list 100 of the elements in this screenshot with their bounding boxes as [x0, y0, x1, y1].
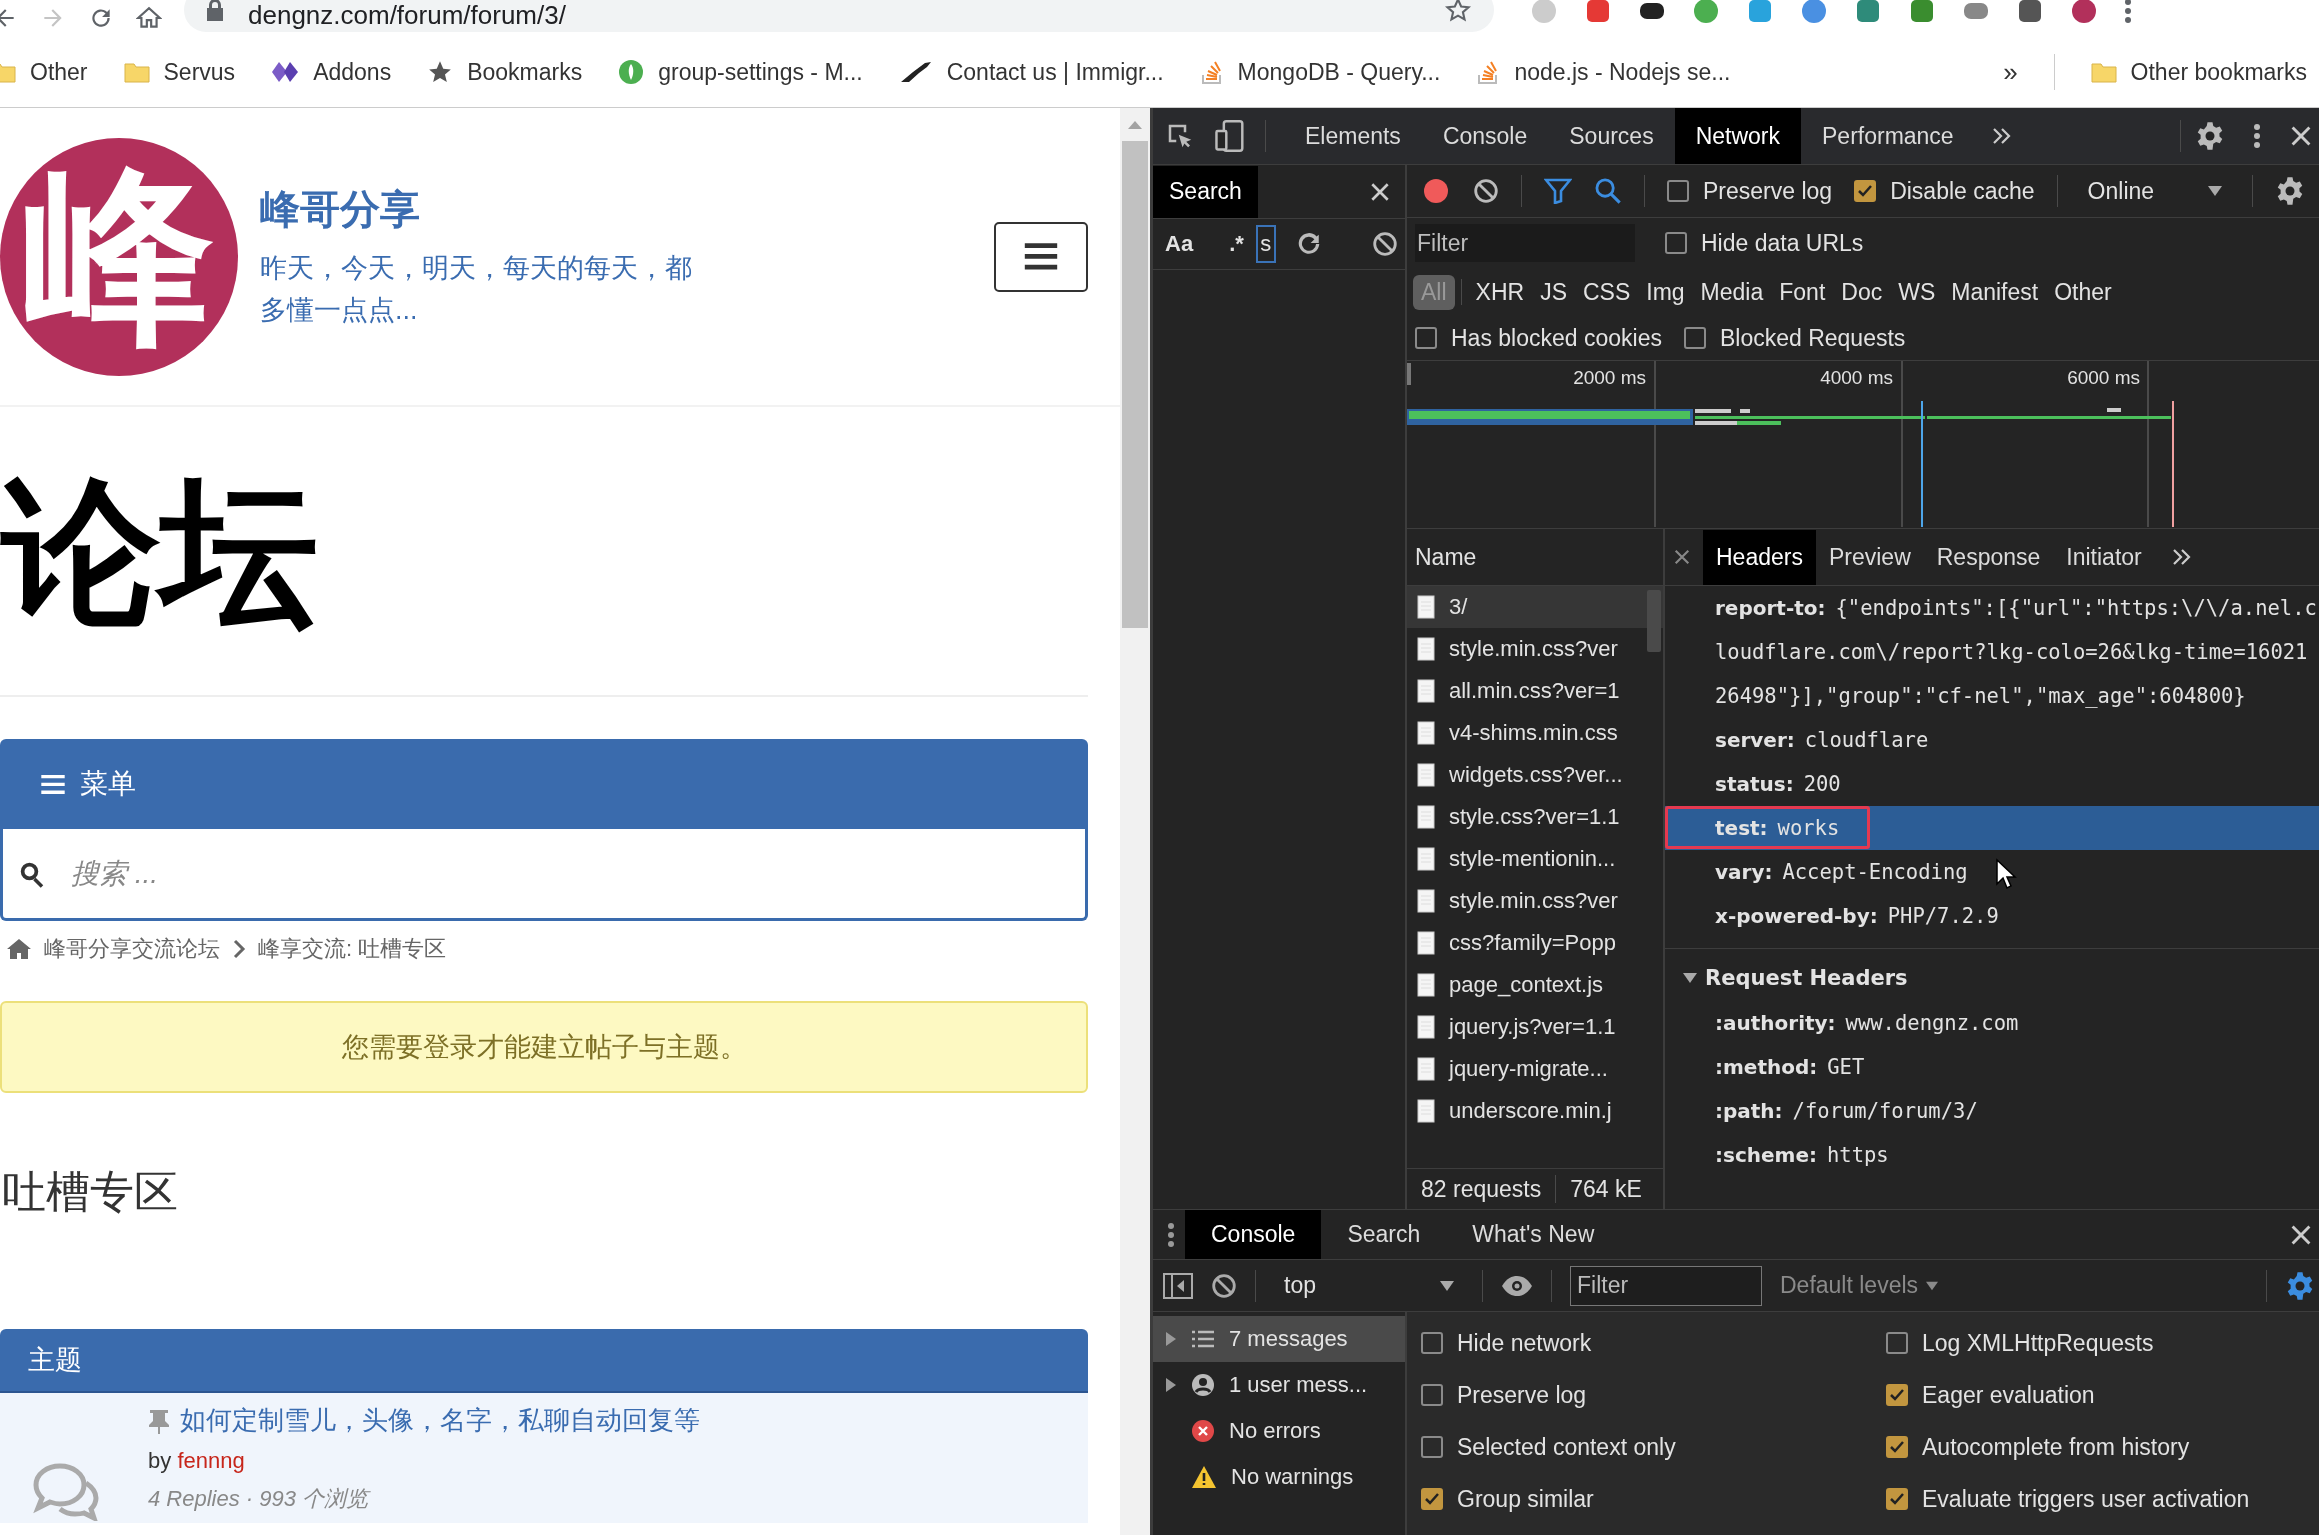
header-row[interactable]: server: cloudflare — [1665, 718, 2319, 762]
search-icon[interactable] — [1594, 177, 1622, 205]
author-link[interactable]: fennng — [177, 1448, 245, 1473]
console-sidebar-item[interactable]: 1 user mess... — [1153, 1362, 1405, 1409]
header-row[interactable]: status: 200 — [1665, 762, 2319, 806]
context-dropdown[interactable]: top — [1274, 1272, 1464, 1300]
request-row[interactable]: style.min.css?ver — [1407, 880, 1663, 922]
checkbox[interactable] — [1421, 1488, 1443, 1511]
tab[interactable]: What's New — [1446, 1210, 1621, 1260]
checkbox[interactable] — [1854, 180, 1877, 202]
tab[interactable]: JS — [1532, 274, 1575, 310]
tab[interactable]: Img — [1638, 274, 1693, 310]
log-levels-dropdown[interactable]: Default levels — [1780, 1272, 1939, 1300]
request-row[interactable]: widgets.css?ver... — [1407, 754, 1663, 796]
tab[interactable]: Other — [2046, 274, 2120, 310]
scrollbar[interactable] — [1120, 108, 1150, 1535]
checkbox[interactable] — [1886, 1384, 1908, 1407]
tab[interactable]: Network — [1674, 108, 1801, 164]
checkbox[interactable] — [1421, 1436, 1443, 1459]
bookmark[interactable]: Other bookmarks — [2090, 58, 2307, 86]
bookmark[interactable]: MongoDB - Query... — [1199, 58, 1441, 86]
header-row[interactable]: x-powered-by: PHP/7.2.9 — [1665, 894, 2319, 938]
tab[interactable]: Performance — [1801, 108, 1975, 164]
bookmark[interactable]: Bookmarks — [427, 58, 583, 86]
tab[interactable]: Initiator — [2053, 529, 2155, 585]
checkbox[interactable] — [1415, 327, 1437, 349]
topic-link[interactable]: 如何定制雪儿，头像，名字，私聊自动回复等 — [180, 1403, 700, 1438]
record-icon[interactable] — [1421, 176, 1451, 206]
header-row[interactable]: test: works — [1665, 806, 2319, 850]
checkbox[interactable] — [1667, 180, 1689, 202]
tab[interactable]: Doc — [1833, 274, 1891, 310]
tab[interactable]: XHR — [1467, 274, 1533, 310]
search-tab[interactable]: Search — [1153, 165, 1258, 218]
more-tabs-icon[interactable] — [1990, 126, 2013, 146]
request-row[interactable]: css?family=Popp — [1407, 922, 1663, 964]
regex-toggle[interactable]: .* — [1229, 231, 1244, 257]
bookmark[interactable]: Contact us | Immigr... — [898, 58, 1164, 86]
more-tabs-icon[interactable] — [2170, 547, 2193, 567]
checkbox[interactable] — [1421, 1384, 1443, 1407]
filter-icon[interactable] — [1544, 178, 1572, 204]
search-field[interactable]: 搜索 ... — [69, 850, 1085, 897]
search-input[interactable]: s — [1255, 225, 1276, 263]
settings-icon[interactable] — [2195, 121, 2225, 151]
more-bookmarks-button[interactable]: » — [2003, 56, 2018, 88]
scrollbar[interactable] — [1647, 590, 1661, 652]
clear-icon[interactable] — [1211, 1272, 1237, 1299]
breadcrumb-link[interactable]: 峰哥分享交流论坛 — [44, 934, 220, 964]
star-icon[interactable] — [1444, 0, 1472, 24]
clear-icon[interactable] — [1371, 231, 1398, 257]
checkbox[interactable] — [1683, 327, 1706, 349]
tab[interactable]: CSS — [1574, 274, 1639, 310]
menu-bar[interactable]: 菜单 — [0, 739, 1088, 829]
kebab-menu-icon[interactable] — [2124, 0, 2132, 25]
checkbox[interactable] — [1421, 1332, 1443, 1355]
site-title[interactable]: 峰哥分享 — [260, 182, 720, 237]
console-sidebar-item[interactable]: 7 messages — [1153, 1316, 1405, 1363]
tab[interactable]: WS — [1890, 274, 1944, 310]
tab[interactable]: Search — [1321, 1210, 1447, 1260]
home-icon[interactable] — [136, 5, 162, 31]
match-case-toggle[interactable]: Aa — [1165, 231, 1194, 257]
sidebar-toggle-icon[interactable] — [1163, 1272, 1193, 1299]
tab[interactable]: Elements — [1284, 108, 1422, 164]
extension-icon[interactable] — [2016, 0, 2044, 25]
tab[interactable]: Console — [1421, 108, 1549, 164]
tab[interactable]: Manifest — [1943, 274, 2047, 310]
bookmark[interactable]: Servus — [123, 58, 236, 86]
filter-field[interactable]: Filter — [1415, 224, 1635, 262]
request-row[interactable]: v4-shims.min.css — [1407, 712, 1663, 754]
console-filter-field[interactable]: Filter — [1570, 1265, 1762, 1306]
bookmark[interactable]: node.js - Nodejs se... — [1476, 58, 1731, 86]
tab[interactable]: Headers — [1703, 529, 1816, 585]
bookmark[interactable]: group-settings - M... — [618, 58, 863, 86]
request-row[interactable]: style.min.css?ver — [1407, 628, 1663, 670]
search-box[interactable]: 搜索 ... — [0, 829, 1088, 921]
console-sidebar-item[interactable]: No warnings — [1153, 1454, 1405, 1501]
close-icon[interactable] — [1673, 548, 1691, 566]
request-row[interactable]: 3/ — [1407, 586, 1663, 628]
close-icon[interactable] — [2289, 124, 2313, 148]
address-bar[interactable]: dengnz.com/forum/forum/3/ — [184, 0, 1494, 32]
avatar-icon[interactable] — [2070, 0, 2098, 25]
more-options-icon[interactable] — [2253, 122, 2261, 150]
bookmark[interactable]: Other — [0, 58, 88, 86]
device-icon[interactable] — [1215, 120, 1245, 152]
checkbox[interactable] — [1665, 232, 1687, 254]
request-row[interactable]: style-mentionin... — [1407, 838, 1663, 880]
bookmark[interactable]: Addons — [271, 58, 392, 86]
request-row[interactable]: underscore.min.j — [1407, 1090, 1663, 1132]
checkbox[interactable] — [1886, 1488, 1908, 1511]
request-row[interactable]: jquery.js?ver=1.1 — [1407, 1006, 1663, 1048]
menu-toggle-button[interactable] — [994, 221, 1088, 292]
settings-icon[interactable] — [2285, 1270, 2315, 1301]
throttling-dropdown[interactable]: Online — [2079, 177, 2231, 205]
tab[interactable]: Media — [1692, 274, 1772, 310]
section-header[interactable]: Request Headers — [1665, 955, 2319, 1001]
checkbox[interactable] — [1886, 1436, 1908, 1459]
tab[interactable]: Response — [1923, 529, 2054, 585]
tab[interactable]: Preview — [1815, 529, 1924, 585]
clear-icon[interactable] — [1473, 178, 1499, 204]
eye-icon[interactable] — [1501, 1274, 1533, 1297]
console-sidebar-item[interactable]: No errors — [1153, 1408, 1405, 1455]
